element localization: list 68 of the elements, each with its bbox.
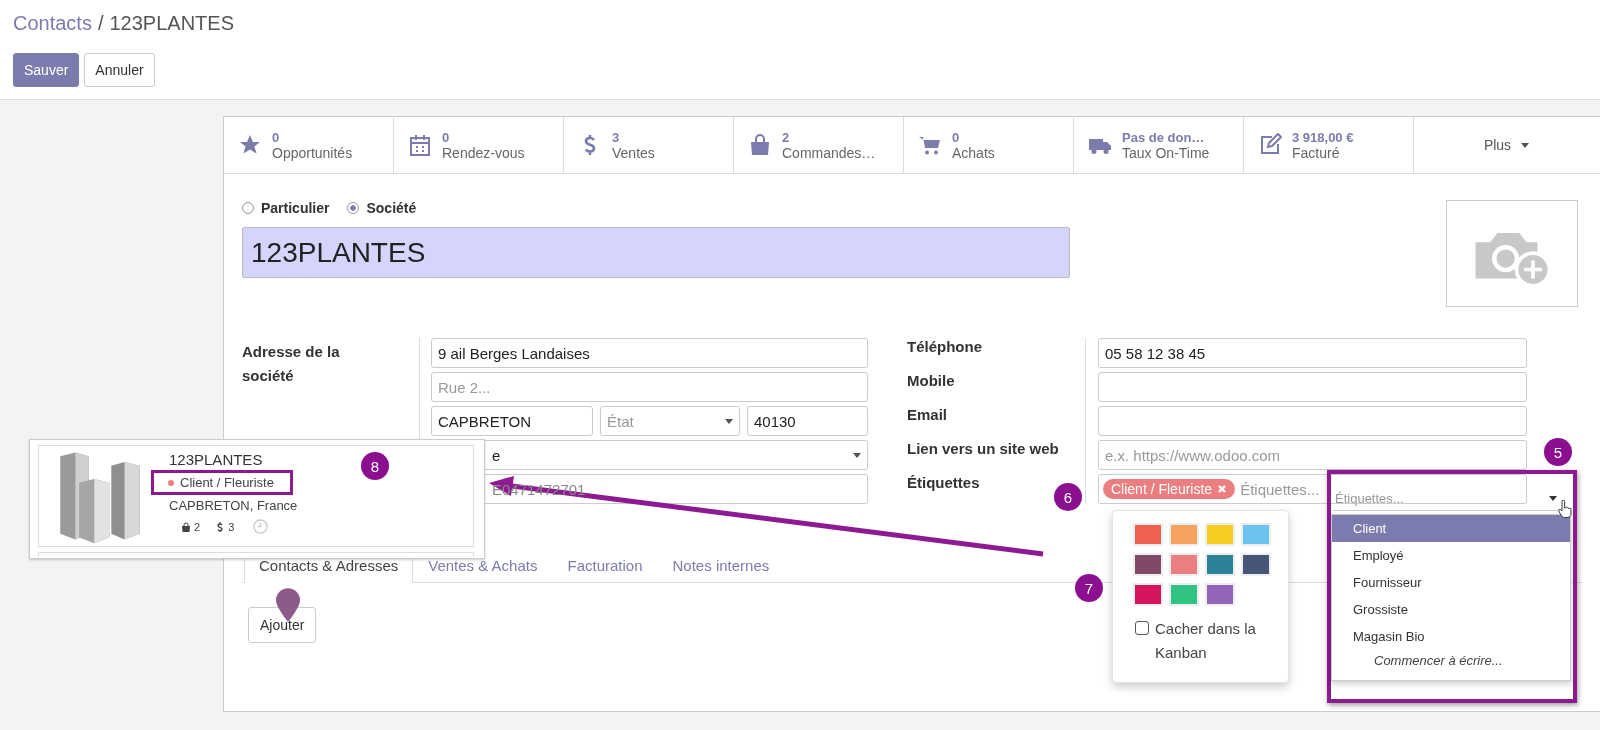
radio-option[interactable]: Particulier [242,200,330,216]
save-button[interactable]: Sauver [13,53,80,87]
color-swatch[interactable] [1171,555,1197,574]
stat-button[interactable]: 0 Rendez-vous [394,117,564,173]
dropdown-item[interactable]: Fournisseur [1332,569,1570,596]
dropdown-item[interactable]: Employé [1332,542,1570,569]
tab[interactable]: Notes internes [657,548,785,583]
color-swatch[interactable] [1135,555,1161,574]
card-location: CAPBRETON, France [169,498,298,513]
field-label: Étiquettes [907,474,980,493]
calendar-icon [408,133,432,157]
more-button[interactable]: Plus [1414,117,1599,173]
caret-icon [725,418,733,424]
card-title: 123PLANTES [169,451,264,468]
text-field[interactable] [1098,372,1527,402]
field-label: Lien vers un site web [907,440,1059,459]
dropdown-hint: Commencer à écrire... [1373,652,1504,670]
stat-button[interactable]: 2 Commandes… [734,117,904,173]
street2-field[interactable]: Rue 2... [431,372,868,402]
company-name-field[interactable]: 123PLANTES [242,227,1070,278]
breadcrumb-link[interactable]: Contacts [13,12,92,35]
color-swatch[interactable] [1135,585,1161,604]
add-button[interactable]: Ajouter [248,607,317,643]
shopping-bag-icon [748,133,772,157]
card-tag: Client / Fleuriste [151,470,293,495]
color-swatch[interactable] [1207,525,1233,544]
street-field[interactable]: 9 ail Berges Landaises [431,338,868,368]
text-field[interactable]: 05 58 12 38 45 [1098,338,1527,368]
card-count: 2 [194,520,201,533]
remove-icon[interactable] [1217,484,1228,494]
stat-button[interactable]: 0 Achats [904,117,1074,173]
photo-placeholder[interactable] [1446,200,1578,307]
color-swatch[interactable] [1171,525,1197,544]
city-field[interactable]: CAPBRETON [431,406,593,436]
caret-icon [1521,142,1530,148]
edit-icon [1258,133,1282,157]
cancel-button[interactable]: Annuler [84,53,155,87]
star-icon [238,133,262,157]
card-count: 3 [228,520,235,533]
field-label: Téléphone [907,338,982,357]
clock-icon[interactable] [253,519,269,534]
stat-button[interactable]: 0 Opportunités [224,117,394,173]
text-field[interactable]: e.x. https://www.odoo.com [1098,440,1527,470]
caret-icon [853,452,861,458]
breadcrumb-separator: / [97,12,104,35]
zip-field[interactable]: 40130 [747,406,868,436]
page-title: 123PLANTES [109,12,234,35]
color-swatch[interactable] [1207,585,1233,604]
tab[interactable]: Facturation [552,548,658,583]
text-field[interactable] [1098,406,1527,436]
stat-button[interactable]: 3 Ventes [564,117,734,173]
dollar-icon [215,521,226,532]
color-swatch[interactable] [1243,525,1269,544]
stat-button[interactable]: Pas de don… Taux On-Time [1074,117,1244,173]
field-label: Mobile [907,372,955,391]
color-swatch[interactable] [1243,555,1269,574]
hide-in-kanban-checkbox[interactable]: Cacher dans la Kanban [1135,617,1280,665]
color-swatch[interactable] [1207,555,1233,574]
color-swatch[interactable] [1171,585,1197,604]
dropdown-item[interactable]: Magasin Bio [1332,623,1570,650]
shopping-bag-icon [181,521,191,532]
caret-icon [1549,496,1557,501]
dropdown-item[interactable]: Client [1332,515,1570,542]
dropdown-item[interactable]: Grossiste [1332,596,1570,623]
field-label: Email [907,406,948,425]
stat-button[interactable]: 3 918,00 € Facturé [1244,117,1414,173]
radio-option[interactable]: Société [347,200,417,216]
color-swatch[interactable] [1135,525,1161,544]
